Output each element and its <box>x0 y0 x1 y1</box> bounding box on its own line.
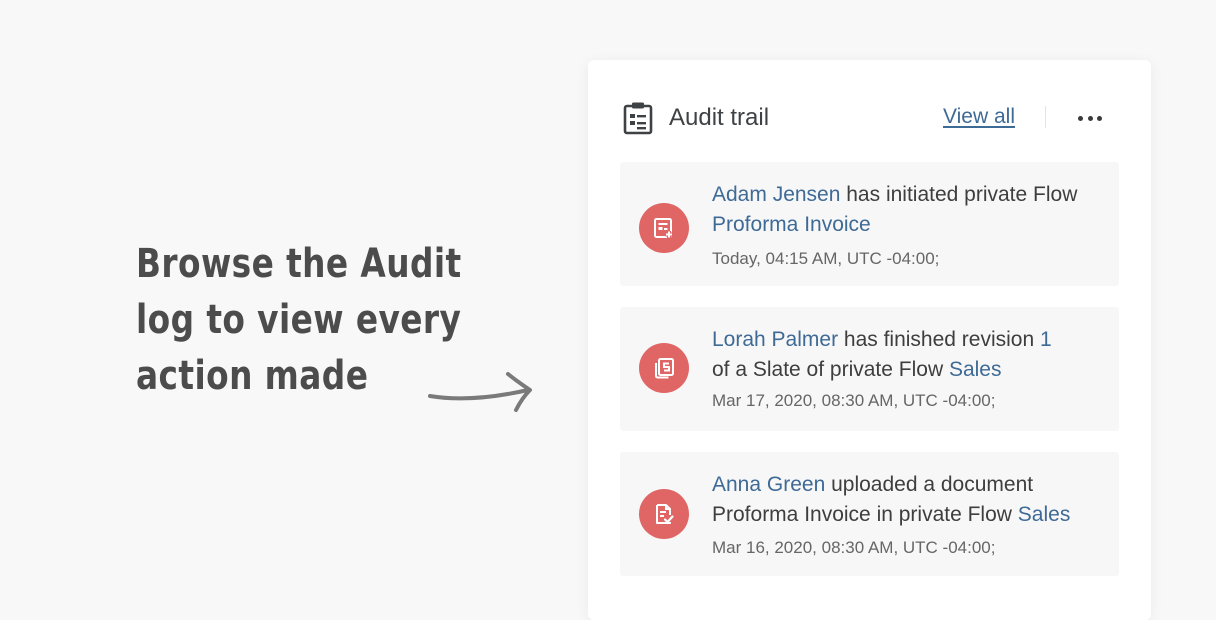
more-horizontal-icon <box>1087 115 1093 121</box>
entry-description: Lorah Palmer has finished revision 1 of … <box>712 325 1112 385</box>
slate-copy-icon <box>639 343 689 393</box>
card-title: Audit trail <box>669 104 770 131</box>
entry-action-text: of a Slate of private Flow <box>712 358 949 381</box>
document-add-icon <box>639 203 689 253</box>
entry-description: Anna Green uploaded a document Proforma … <box>712 470 1112 530</box>
audit-trail-card: Audit trail View all Adam Jensen has ini… <box>588 60 1151 620</box>
entry-timestamp: Mar 17, 2020, 08:30 AM, UTC -04:00; <box>712 391 996 410</box>
more-horizontal-icon <box>1078 115 1083 121</box>
callout-line: action made <box>136 353 369 399</box>
user-link[interactable]: Anna Green <box>712 473 825 496</box>
flow-link[interactable]: Sales <box>1018 503 1071 526</box>
header-divider <box>1045 106 1046 128</box>
flow-link[interactable]: Sales <box>949 358 1002 381</box>
callout-line: Browse the Audit <box>136 241 462 287</box>
entry-timestamp: Mar 16, 2020, 08:30 AM, UTC -04:00; <box>712 538 996 557</box>
callout-line: log to view every <box>136 297 462 343</box>
user-link[interactable]: Lorah Palmer <box>712 328 838 351</box>
entry-timestamp: Today, 04:15 AM, UTC -04:00; <box>712 249 940 268</box>
user-link[interactable]: Adam Jensen <box>712 183 840 206</box>
card-header: Audit trail View all <box>588 60 1151 178</box>
revision-link[interactable]: 1 <box>1040 328 1052 351</box>
audit-entry: Adam Jensen has initiated private Flow P… <box>620 162 1119 286</box>
more-horizontal-icon <box>1097 115 1102 121</box>
callout-text: Browse the Audit log to view every actio… <box>136 236 462 404</box>
more-options-button[interactable] <box>1078 104 1102 132</box>
entry-action-text: has finished revision <box>838 328 1041 351</box>
entry-action-text: has initiated private Flow <box>840 183 1078 206</box>
entry-description: Adam Jensen has initiated private Flow P… <box>712 180 1112 240</box>
view-all-link[interactable]: View all <box>943 105 1015 129</box>
flow-link[interactable]: Proforma Invoice <box>712 213 871 236</box>
arrow-right-icon <box>428 372 532 412</box>
audit-entry: Lorah Palmer has finished revision 1 of … <box>620 307 1119 431</box>
clipboard-list-icon <box>623 102 653 135</box>
audit-entry: Anna Green uploaded a document Proforma … <box>620 452 1119 576</box>
document-check-icon <box>639 489 689 539</box>
